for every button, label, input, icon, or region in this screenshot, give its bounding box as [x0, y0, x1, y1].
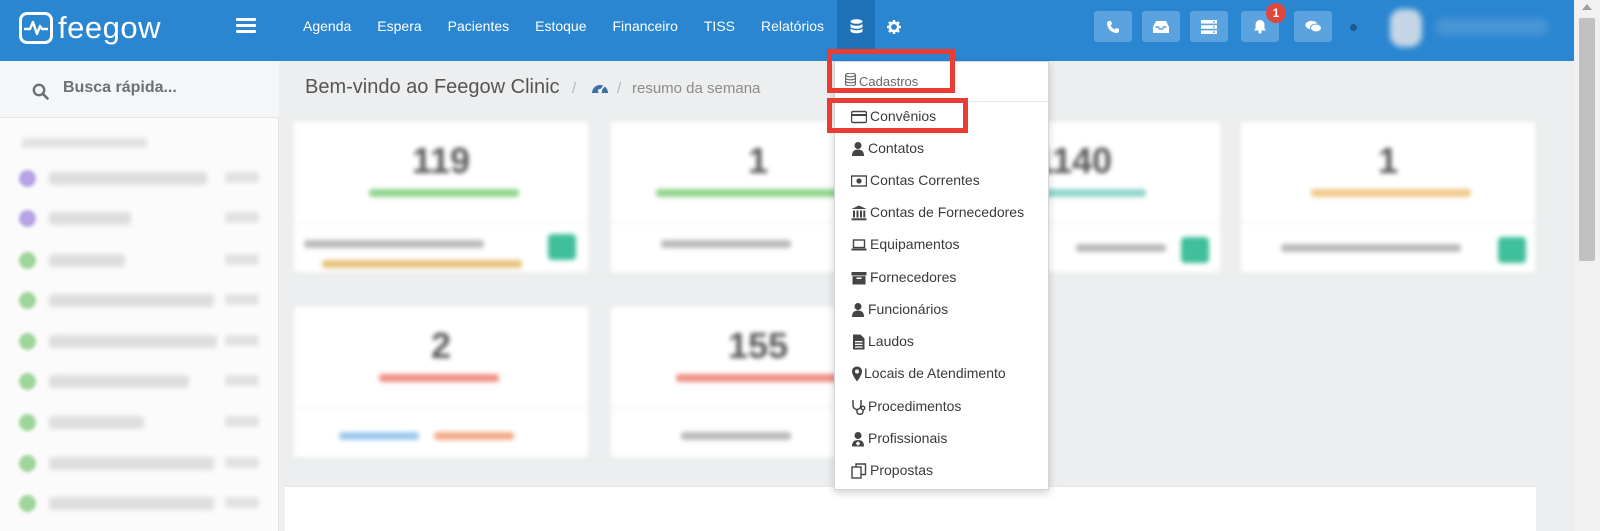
- server-list-icon[interactable]: [1190, 11, 1228, 42]
- list-item[interactable]: [0, 198, 279, 238]
- list-item[interactable]: [0, 158, 279, 198]
- menu-item-label: Equipamentos: [870, 236, 960, 252]
- user-icon: [852, 142, 864, 156]
- menu-item-locais-atendimento[interactable]: Locais de Atendimento: [835, 358, 1048, 390]
- quick-search[interactable]: Busca rápida...: [0, 61, 279, 118]
- menu-item-label: Contas de Fornecedores: [870, 204, 1025, 220]
- list-item[interactable]: [0, 240, 279, 280]
- stat-card[interactable]: 1: [1240, 121, 1536, 273]
- nav-agenda[interactable]: Agenda: [290, 0, 364, 61]
- nav-pacientes[interactable]: Pacientes: [435, 0, 522, 61]
- list-item[interactable]: [0, 443, 279, 483]
- stat-label-blurred: [656, 189, 856, 197]
- search-icon: [32, 83, 49, 100]
- stat-label-blurred: [676, 374, 851, 382]
- menu-item-contas-fornecedores[interactable]: Contas de Fornecedores: [835, 197, 1048, 229]
- dashboard-gauge-icon: [592, 85, 608, 93]
- list-item[interactable]: [0, 280, 279, 320]
- nav-tiss[interactable]: TISS: [691, 0, 748, 61]
- nav-financeiro[interactable]: Financeiro: [600, 0, 691, 61]
- card-action-button[interactable]: [1498, 237, 1526, 263]
- menu-item-procedimentos[interactable]: Procedimentos: [835, 391, 1048, 423]
- menu-item-propostas[interactable]: Propostas: [835, 455, 1048, 487]
- feegow-logo-icon[interactable]: [19, 12, 53, 44]
- nav-relatorios[interactable]: Relatórios: [748, 0, 837, 61]
- menu-item-label: Procedimentos: [868, 398, 962, 414]
- archive-box-icon: [851, 272, 867, 285]
- menu-toggle-icon[interactable]: [236, 18, 256, 34]
- stat-label-blurred: [379, 374, 499, 382]
- user-icon: [852, 303, 864, 317]
- stat-label-blurred: [369, 189, 519, 197]
- bottom-panel: [285, 486, 1536, 531]
- menu-item-label: Contas Correntes: [870, 172, 980, 188]
- top-navbar: feegow Agenda Espera Pacientes Estoque F…: [0, 0, 1574, 61]
- brand-name[interactable]: feegow: [58, 10, 161, 46]
- online-status-dot: [1350, 24, 1357, 31]
- nav-espera[interactable]: Espera: [364, 0, 434, 61]
- menu-item-label: Contatos: [868, 140, 925, 156]
- menu-item-label: Funcionários: [868, 301, 949, 317]
- gear-icon[interactable]: [875, 0, 913, 53]
- stat-card[interactable]: 2: [293, 306, 589, 458]
- phone-icon[interactable]: [1094, 11, 1132, 42]
- highlight-box-cadastros: [827, 49, 955, 93]
- user-doctor-icon: [852, 432, 864, 447]
- menu-item-label: Propostas: [870, 462, 934, 478]
- menu-item-profissionais[interactable]: Profissionais: [835, 423, 1048, 455]
- laptop-icon: [851, 239, 867, 251]
- menu-item-label: Profissionais: [868, 430, 948, 446]
- breadcrumb-current: resumo da semana: [632, 80, 761, 97]
- file-text-icon: [853, 334, 865, 350]
- stat-card[interactable]: 119: [293, 121, 589, 273]
- nav-estoque[interactable]: Estoque: [522, 0, 599, 61]
- menu-item-laudos[interactable]: Laudos: [835, 326, 1048, 358]
- copy-files-icon: [851, 463, 867, 479]
- scroll-thumb[interactable]: [1579, 18, 1595, 261]
- menu-item-label: Locais de Atendimento: [864, 365, 1006, 381]
- menu-item-equipamentos[interactable]: Equipamentos: [835, 229, 1048, 261]
- chat-icon[interactable]: [1294, 11, 1332, 42]
- stethoscope-icon: [852, 400, 866, 415]
- list-item[interactable]: [0, 483, 279, 523]
- search-input[interactable]: Busca rápida...: [63, 79, 177, 97]
- menu-item-contatos[interactable]: Contatos: [835, 133, 1048, 165]
- menu-item-label: Laudos: [868, 333, 914, 349]
- user-name-blurred[interactable]: [1436, 19, 1548, 35]
- stat-label-blurred: [1311, 189, 1471, 197]
- menu-item-label: Fornecedores: [870, 269, 957, 285]
- user-avatar[interactable]: [1390, 9, 1422, 47]
- main-nav: Agenda Espera Pacientes Estoque Financei…: [290, 0, 913, 61]
- list-item[interactable]: [0, 402, 279, 442]
- sidebar-heading-blurred: [22, 138, 147, 148]
- highlight-box-convenios: [827, 98, 968, 133]
- breadcrumb-separator: /: [617, 80, 622, 97]
- brand-area: feegow: [0, 0, 279, 61]
- notification-count-badge: 1: [1266, 3, 1286, 23]
- page-scrollbar[interactable]: [1574, 0, 1600, 531]
- list-item[interactable]: [0, 321, 279, 361]
- stat-value: 1: [1377, 140, 1399, 181]
- stat-value: 119: [411, 140, 471, 181]
- menu-item-funcionarios[interactable]: Funcionários: [835, 294, 1048, 326]
- breadcrumb-separator: /: [572, 80, 577, 97]
- stat-value: 2: [430, 325, 452, 366]
- scroll-up-arrow-icon[interactable]: [1582, 4, 1592, 10]
- page-title: Bem-vindo ao Feegow Clinic: [305, 76, 560, 98]
- card-action-button[interactable]: [548, 234, 576, 260]
- database-icon[interactable]: [837, 0, 876, 53]
- sidebar: Busca rápida...: [0, 61, 279, 531]
- card-action-button[interactable]: [1181, 237, 1209, 263]
- inbox-icon[interactable]: [1142, 11, 1180, 42]
- list-item[interactable]: [0, 361, 279, 401]
- money-icon: [851, 175, 867, 187]
- bank-icon: [851, 205, 867, 221]
- menu-item-contas-correntes[interactable]: Contas Correntes: [835, 165, 1048, 197]
- menu-item-fornecedores[interactable]: Fornecedores: [835, 262, 1048, 294]
